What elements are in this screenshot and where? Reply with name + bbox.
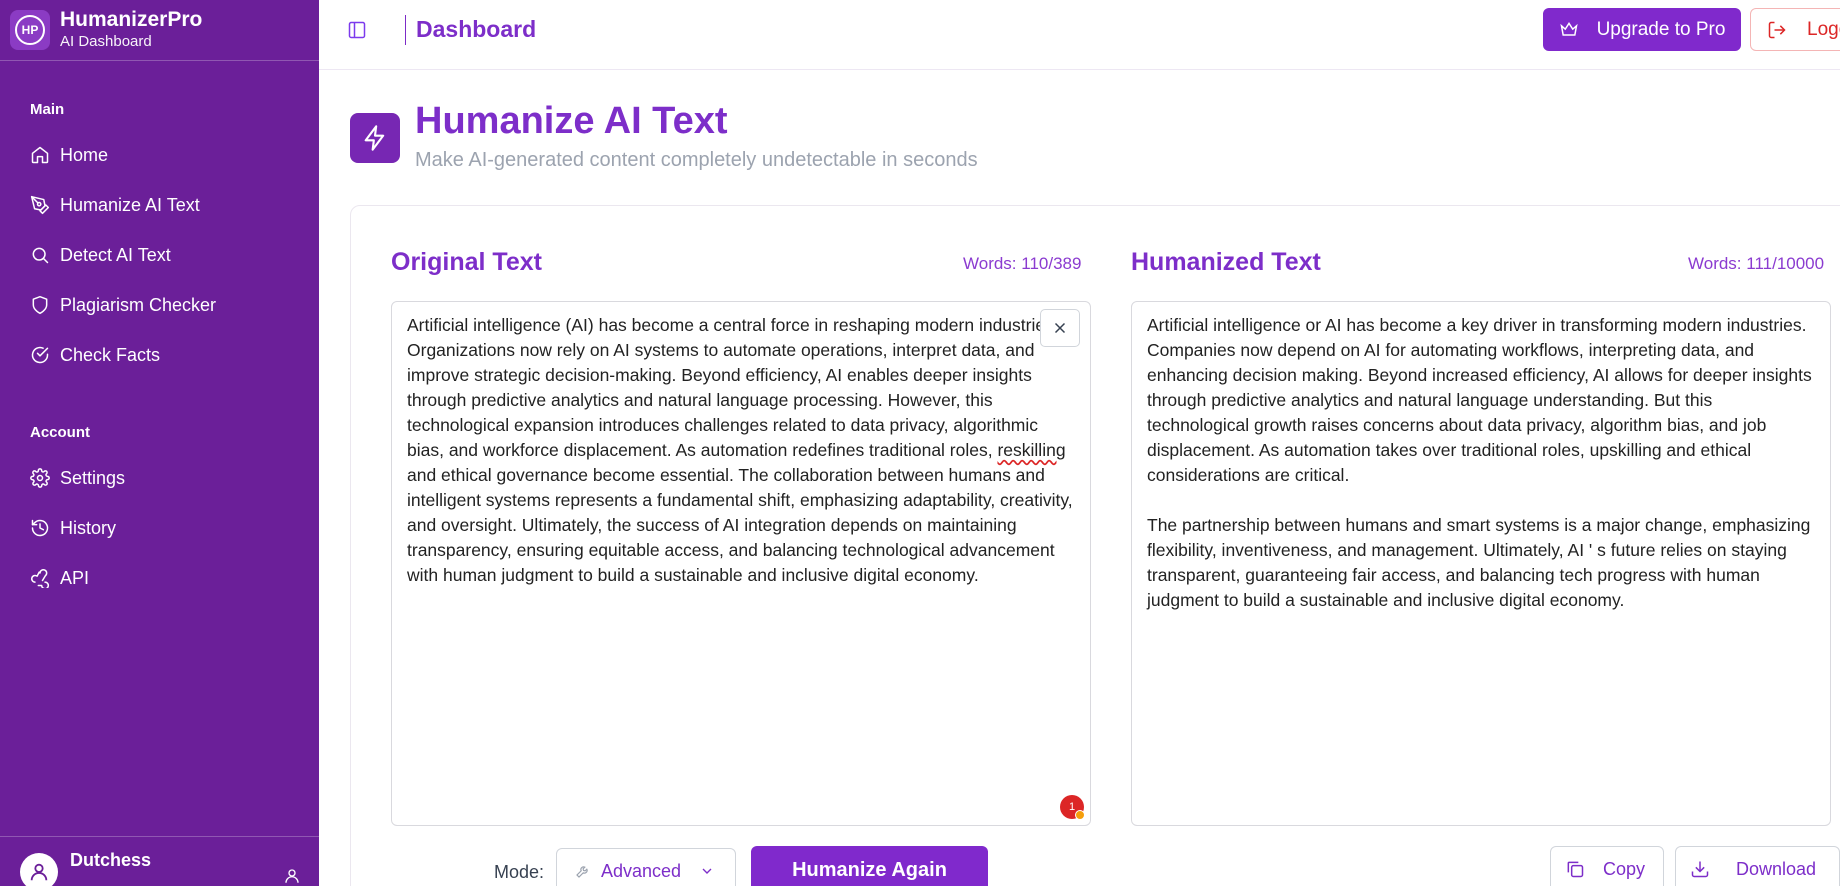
crown-icon — [1559, 21, 1578, 36]
user-name: Dutchess — [70, 850, 152, 870]
nav-main: Main Home Humanize AI Text Detect AI Tex… — [0, 101, 319, 380]
shield-icon — [32, 295, 48, 315]
user-icon — [285, 869, 299, 883]
copy-button[interactable]: Copy — [1550, 846, 1664, 886]
sidebar-item-label: Check Facts — [60, 344, 161, 365]
humanized-word-count: Words: 111/10000 — [1688, 254, 1825, 273]
webhook-icon — [31, 569, 50, 588]
user-profile[interactable]: Dutchess — [0, 836, 319, 886]
user-menu-button[interactable] — [283, 867, 301, 886]
gear-icon — [30, 468, 50, 488]
user-icon — [30, 863, 48, 880]
panel-left-icon — [348, 21, 366, 39]
mode-label: Mode: — [494, 862, 545, 882]
page-icon — [350, 113, 400, 163]
nav-heading-main: Main — [30, 101, 65, 118]
logout-label: Logout — [1807, 18, 1840, 40]
sidebar-item-label: Home — [60, 144, 109, 165]
page-title: Humanize AI Text — [415, 100, 728, 142]
humanized-paragraph: The partnership between humans and smart… — [1147, 515, 1811, 610]
download-button[interactable]: Download — [1675, 846, 1840, 886]
sidebar-item-label: Settings — [60, 467, 126, 488]
chevron-down-icon — [702, 868, 712, 874]
brand-subtitle: AI Dashboard — [60, 33, 152, 50]
wrench-icon — [576, 866, 588, 878]
humanize-again-button[interactable]: Humanize Again — [751, 846, 988, 886]
lightning-icon — [364, 125, 385, 151]
sidebar-item-label: Humanize AI Text — [60, 194, 200, 215]
sidebar-item-label: API — [60, 567, 90, 588]
mode-select-value: Advanced — [601, 860, 682, 881]
history-icon — [31, 519, 49, 537]
sidebar-item-plagiarism[interactable]: Plagiarism Checker — [0, 280, 319, 330]
home-icon — [31, 146, 49, 164]
sidebar-item-api[interactable]: API — [0, 553, 319, 603]
humanized-text-area[interactable]: Artificial intelligence or AI has become… — [1131, 301, 1831, 826]
original-text-area[interactable]: Artificial intelligence (AI) has become … — [391, 301, 1091, 826]
header-title: Dashboard — [416, 16, 537, 42]
sidebar-item-label: Plagiarism Checker — [60, 294, 217, 315]
logout-button[interactable]: Logout — [1750, 8, 1840, 51]
pen-tool-icon — [30, 195, 50, 215]
original-text-title: Original Text — [391, 248, 542, 276]
nav-heading-account: Account — [30, 424, 90, 441]
check-circle-icon — [31, 346, 49, 364]
original-text-content: Artificial intelligence (AI) has become … — [407, 315, 1073, 585]
upgrade-button[interactable]: Upgrade to Pro — [1543, 8, 1741, 51]
logout-icon — [1768, 21, 1786, 38]
sidebar: HP HumanizerPro AI Dashboard Main Home H… — [0, 0, 319, 886]
download-icon — [1691, 861, 1709, 878]
sidebar-item-label: Detect AI Text — [60, 244, 171, 265]
spelling-flag[interactable]: reskilling — [997, 440, 1065, 460]
brand-logo-initials: HP — [15, 15, 45, 45]
upgrade-label: Upgrade to Pro — [1596, 18, 1726, 40]
search-icon — [32, 247, 49, 264]
download-label: Download — [1736, 858, 1817, 879]
clear-button[interactable] — [1040, 309, 1080, 347]
sidebar-item-home[interactable]: Home — [0, 130, 319, 180]
sidebar-item-humanize[interactable]: Humanize AI Text — [0, 180, 319, 230]
brand[interactable]: HP HumanizerPro AI Dashboard — [0, 0, 319, 61]
sidebar-toggle-button[interactable] — [347, 20, 367, 40]
humanized-paragraph: Artificial intelligence or AI has become… — [1147, 315, 1812, 485]
mode-select[interactable]: Advanced — [556, 848, 736, 886]
close-icon — [1054, 322, 1066, 334]
avatar — [20, 852, 58, 886]
top-header: Dashboard Upgrade to Pro Logout — [319, 0, 1840, 70]
sidebar-item-label: History — [60, 517, 117, 538]
copy-label: Copy — [1603, 858, 1646, 879]
nav-account: Account Settings History API — [0, 424, 319, 603]
sidebar-item-settings[interactable]: Settings — [0, 453, 319, 503]
header-divider — [405, 15, 406, 45]
brand-name: HumanizerPro — [60, 8, 203, 31]
original-word-count: Words: 110/389 — [963, 254, 1082, 273]
sidebar-item-check-facts[interactable]: Check Facts — [0, 330, 319, 380]
page-subtitle: Make AI-generated content completely und… — [415, 149, 978, 171]
brand-logo: HP — [10, 10, 50, 50]
sidebar-item-history[interactable]: History — [0, 503, 319, 553]
sidebar-item-detect[interactable]: Detect AI Text — [0, 230, 319, 280]
copy-icon — [1567, 861, 1584, 878]
issue-badge[interactable]: 1 — [1060, 795, 1085, 820]
humanized-text-title: Humanized Text — [1131, 248, 1321, 276]
